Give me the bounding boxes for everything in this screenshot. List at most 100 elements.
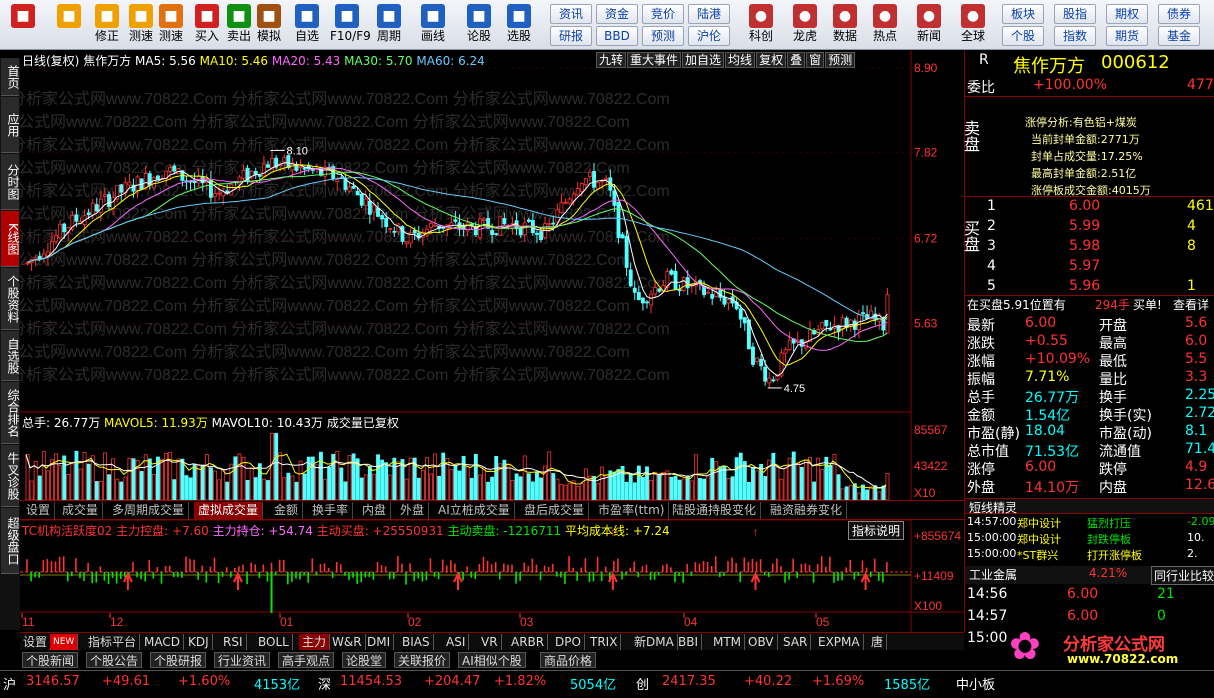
bottom-indicator-tab[interactable]: EXPMA (815, 634, 864, 650)
chart-tool-button[interactable]: 叠 (787, 52, 806, 68)
bottom-indicator-tab[interactable]: BOLL (255, 634, 293, 650)
indicator-tab[interactable]: 设置 (22, 502, 56, 519)
back-arrow-button[interactable]: ■ (52, 2, 86, 48)
indicator-tab[interactable]: 市盈率(ttm) (594, 502, 670, 519)
chart-tool-button[interactable]: 窗 (806, 52, 825, 68)
quick-button[interactable]: 沪伦 (688, 26, 730, 46)
bottom-indicator-tab[interactable]: 设置 (20, 634, 52, 650)
left-tab[interactable]: 分时图 (1, 154, 20, 210)
bottom-indicator-tab[interactable]: 唐 (868, 634, 888, 650)
left-tab[interactable]: K线图 (1, 211, 20, 267)
bottom-indicator-tab[interactable]: VR (478, 634, 502, 650)
chart-tool-button[interactable]: 加自选 (682, 52, 725, 68)
indicator-tab[interactable]: 陆股通持股变化 (668, 502, 762, 519)
indicator-tab[interactable]: 金额 (270, 502, 304, 519)
info-tab[interactable]: 行业资讯 (214, 652, 271, 668)
hammer-button[interactable]: ■ 模拟 (252, 2, 286, 48)
bottom-indicator-tab[interactable]: KDJ (185, 634, 213, 650)
market-button[interactable]: 期货 (1106, 26, 1148, 46)
quick-button[interactable]: 资金 (596, 4, 638, 24)
dragon-button[interactable]: ● 龙虎 (788, 2, 822, 48)
info-tab[interactable]: 商品价格 (540, 652, 597, 668)
info-tab[interactable]: 个股公告 (86, 652, 143, 668)
star-button[interactable]: ■ 自选 (290, 2, 324, 48)
pen-button[interactable]: ■ 画线 (416, 2, 450, 48)
bottom-indicator-tab[interactable]: ASI (443, 634, 470, 650)
bottom-indicator-tab[interactable]: SAR (780, 634, 812, 650)
buy-button[interactable]: ■ 买入 (190, 2, 224, 48)
pe-button[interactable]: ● 数据 (828, 2, 862, 48)
bottom-indicator-tab[interactable]: NEW (50, 634, 79, 650)
chart-tool-button[interactable]: 均线 (725, 52, 756, 68)
info-tab[interactable]: 个股研报 (150, 652, 207, 668)
tech-button[interactable]: ● 科创 (744, 2, 778, 48)
clock-button[interactable]: ■ 测速 (154, 2, 188, 48)
info-tab[interactable]: 高手观点 (278, 652, 335, 668)
market-button[interactable]: 期权 (1106, 4, 1148, 24)
left-tab[interactable]: 综合排名 (1, 382, 20, 444)
inbuy-detail-link[interactable]: 查看详 (1173, 296, 1209, 313)
left-tab[interactable]: 牛叉诊股 (1, 445, 20, 507)
market-button[interactable]: 个股 (1002, 26, 1044, 46)
bottom-indicator-tab[interactable]: ARBR (508, 634, 549, 650)
finger-button[interactable]: ■ 测速 (124, 2, 158, 48)
market-button[interactable]: 债券 (1158, 4, 1200, 24)
cycle-button[interactable]: ■ 周期 (372, 2, 406, 48)
market-button[interactable]: 股指 (1054, 4, 1096, 24)
info-tab[interactable]: 个股新闻 (22, 652, 79, 668)
arrows-updown-button[interactable]: ■ 修正 (90, 2, 124, 48)
left-tab[interactable]: 超级盘口 (1, 508, 20, 574)
left-tab[interactable]: 自选股 (1, 331, 20, 381)
left-tab[interactable]: 个股资料 (1, 268, 20, 330)
bottom-indicator-tab[interactable]: 新DMA (631, 634, 678, 650)
bottom-indicator-tab[interactable]: DPO (552, 634, 585, 650)
news-button[interactable]: ● 新闻 (912, 2, 946, 48)
quick-button[interactable]: 竞价 (642, 4, 684, 24)
f10-button[interactable]: ■ F10/F9 (330, 2, 371, 48)
quick-button[interactable]: 预测 (642, 26, 684, 46)
quick-button[interactable]: BBD (596, 26, 638, 46)
indicator-tab[interactable]: 盘后成交量 (520, 502, 590, 519)
fire-button[interactable]: ● 热点 (868, 2, 902, 48)
forum-button[interactable]: ■ 论股 (462, 2, 496, 48)
info-tab[interactable]: AI相似个股 (458, 652, 526, 668)
bottom-indicator-tab[interactable]: RSI (220, 634, 247, 650)
bottom-indicator-tab[interactable]: TRIX (587, 634, 622, 650)
indicator-tab[interactable]: 内盘 (358, 502, 392, 519)
bottom-indicator-tab[interactable]: BBI (675, 634, 703, 650)
zx-label[interactable]: 中小板 (956, 674, 995, 693)
bottom-indicator-tab[interactable]: 指标平台 (85, 634, 141, 650)
bottom-indicator-tab[interactable]: 主力 (299, 634, 331, 650)
kline-chart-svg[interactable]: 分析家公式网www.70822.Com 分析家公式网www.70822.Com … (0, 50, 1065, 632)
kline-chart-area[interactable]: 分析家公式网www.70822.Com 分析家公式网www.70822.Com … (0, 50, 1065, 632)
quick-button[interactable]: 资讯 (550, 4, 592, 24)
indicator-tab[interactable]: 融资融券变化 (766, 502, 848, 519)
indicator-tab[interactable]: AI立桩成交量 (434, 502, 515, 519)
globe-button[interactable]: ● 全球 (956, 2, 990, 48)
bottom-indicator-tab[interactable]: W&R (329, 634, 366, 650)
market-button[interactable]: 基金 (1158, 26, 1200, 46)
market-button[interactable]: 板块 (1002, 4, 1044, 24)
indicator-tab[interactable]: 多周期成交量 (108, 502, 190, 519)
market-button[interactable]: 指数 (1054, 26, 1096, 46)
bottom-indicator-tab[interactable]: OBV (745, 634, 778, 650)
bottom-indicator-tab[interactable]: MACD (141, 634, 184, 650)
left-tab[interactable]: 应用 (1, 97, 20, 153)
bottom-indicator-tab[interactable]: BIAS (399, 634, 434, 650)
indicator-tab[interactable]: 外盘 (396, 502, 430, 519)
chart-tool-button[interactable]: 复权 (756, 52, 787, 68)
chart-tool-button[interactable]: 预测 (825, 52, 856, 68)
indicator-tab[interactable]: 换手率 (308, 502, 354, 519)
chart-tool-button[interactable]: 重大事件 (627, 52, 682, 68)
info-tab[interactable]: 论股堂 (342, 652, 387, 668)
select-button[interactable]: ■ 选股 (502, 2, 536, 48)
left-tab[interactable]: 首页 (1, 58, 20, 96)
sell-button[interactable]: ■ 卖出 (222, 2, 256, 48)
bottom-indicator-tab[interactable]: MTM (710, 634, 746, 650)
grid-button[interactable]: ■ (6, 2, 40, 48)
info-tab[interactable]: 关联报价 (394, 652, 451, 668)
indicator-tab[interactable]: 虚拟成交量 (194, 502, 264, 519)
indicator-help-button[interactable]: 指标说明 (848, 521, 905, 540)
quick-button[interactable]: 研报 (550, 26, 592, 46)
industry-compare-button[interactable]: 同行业比较 (1151, 566, 1214, 585)
